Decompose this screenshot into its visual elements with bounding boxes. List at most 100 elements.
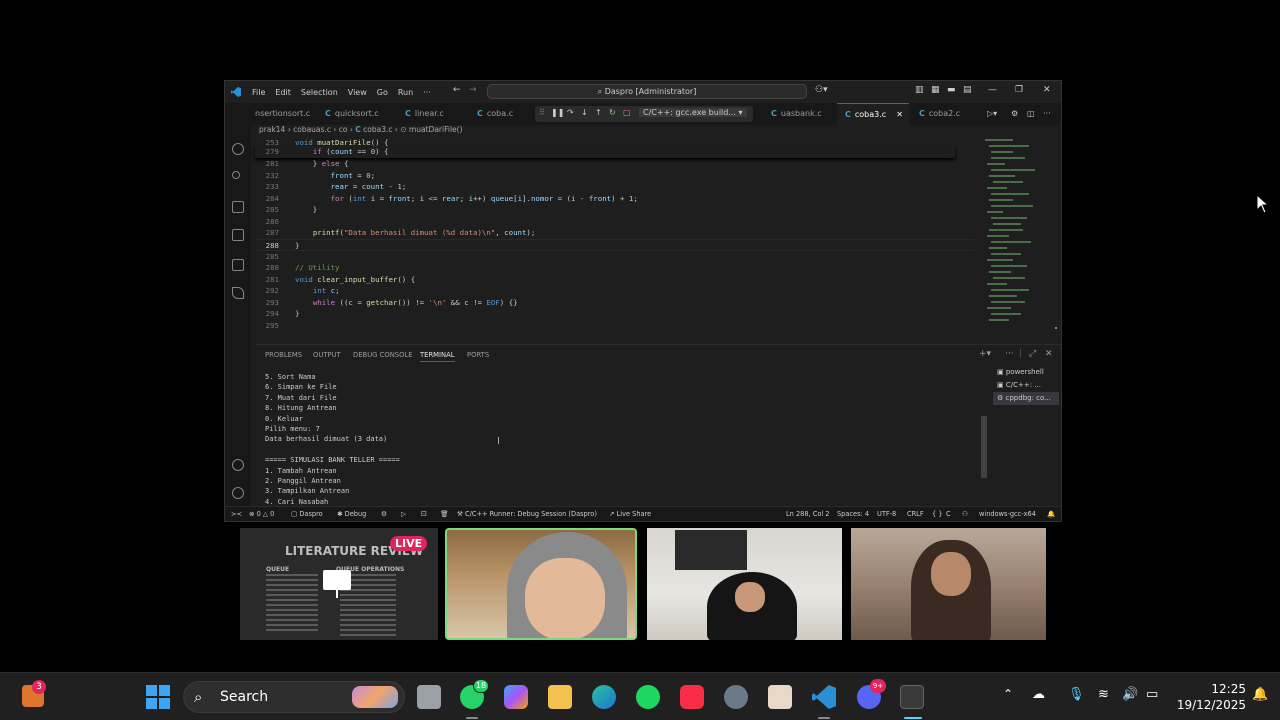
participant-video-tile[interactable] <box>851 528 1046 640</box>
copilot-icon[interactable]: ⚇▾ <box>815 85 828 95</box>
live-share-status[interactable]: ↗ Live Share <box>609 510 651 518</box>
tab-output[interactable]: OUTPUT <box>313 351 341 359</box>
menu-edit[interactable]: Edit <box>270 88 296 97</box>
file-explorer-icon[interactable] <box>548 685 572 709</box>
toggle-secondary-sidebar-icon[interactable]: ▤ <box>963 85 972 95</box>
problems-status[interactable]: ⊗ 0 △ 0 <box>249 510 274 518</box>
wifi-icon[interactable]: ≋ <box>1098 687 1109 702</box>
minimap[interactable] <box>985 137 1057 333</box>
menu-file[interactable]: File <box>247 88 270 97</box>
tab-problems[interactable]: PROBLEMS <box>265 351 302 359</box>
run-file-icon[interactable]: ▷▾ <box>987 109 997 118</box>
restart-icon[interactable]: ↻ <box>609 108 616 117</box>
indentation[interactable]: Spaces: 4 <box>837 510 869 518</box>
command-center[interactable]: ⌕ Daspro [Administrator] <box>487 84 807 99</box>
tab-linear[interactable]: Clinear.c <box>405 103 455 125</box>
split-editor-icon[interactable]: ◫ <box>1027 109 1035 118</box>
breadcrumb-co[interactable]: co <box>339 125 348 134</box>
app-avatar-icon[interactable] <box>768 685 792 709</box>
runner-status[interactable]: ⚒ C/C++ Runner: Debug Session (Daspro) <box>457 510 597 518</box>
workspace-status[interactable]: ▢ Daspro <box>291 510 323 518</box>
source-control-icon[interactable] <box>232 171 240 179</box>
tab-debug-console[interactable]: DEBUG CONSOLE <box>353 351 413 359</box>
maximize-panel-icon[interactable]: ⤢ <box>1029 349 1036 359</box>
tab-terminal[interactable]: TERMINAL <box>420 351 455 362</box>
terminal-scrollbar[interactable] <box>981 416 987 478</box>
more-actions-icon[interactable]: ··· <box>1043 109 1051 118</box>
terminal-output[interactable]: 5. Sort Nama 6. Simpan ke File 7. Muat d… <box>265 372 965 506</box>
new-terminal-icon[interactable]: +▾ <box>979 349 991 359</box>
platform[interactable]: windows-gcc-x64 <box>979 510 1036 518</box>
vscode-taskbar-icon[interactable] <box>812 685 836 709</box>
debug-status[interactable]: ✱ Debug <box>337 510 366 518</box>
account-icon[interactable] <box>232 459 244 471</box>
breadcrumb-prak14[interactable]: prak14 <box>259 125 285 134</box>
language-mode[interactable]: C <box>946 510 951 518</box>
terminal-instance-cpp[interactable]: ▣ C/C++: ... <box>993 379 1059 392</box>
participant-video-tile-active[interactable] <box>445 528 637 640</box>
show-hidden-icons-chevron-icon[interactable]: ⌃ <box>1003 687 1013 701</box>
tab-coba2[interactable]: Ccoba2.c <box>919 103 979 125</box>
restore-icon[interactable]: ❐ <box>1015 85 1023 95</box>
pause-icon[interactable]: ❚❚ <box>551 108 564 117</box>
clock[interactable]: 12:25 19/12/2025 <box>1174 681 1246 713</box>
tab-insertionsort[interactable]: nsertionsort.c <box>255 103 317 125</box>
settings-gear-icon[interactable] <box>232 487 244 499</box>
edge-icon[interactable] <box>592 685 616 709</box>
back-arrow-icon[interactable]: ← <box>453 85 461 95</box>
terminal-instance-cppdbg[interactable]: ⚙ cppdbg: co... <box>993 392 1059 405</box>
more-actions-icon[interactable]: ··· <box>1005 349 1014 359</box>
volume-icon[interactable]: 🔊 <box>1122 687 1138 702</box>
task-view-icon[interactable] <box>417 685 441 709</box>
encoding[interactable]: UTF-8 <box>877 510 896 518</box>
remote-icon[interactable]: ≻≺ <box>231 510 242 518</box>
snipping-tool-icon[interactable] <box>900 685 924 709</box>
onedrive-cloud-icon[interactable]: ☁ <box>1032 687 1045 702</box>
tab-ports[interactable]: PORTS <box>467 351 489 359</box>
shared-screen-tile[interactable]: LITERATURE REVIEW LIVE QUEUE QUEUE OPERA… <box>240 528 438 640</box>
close-panel-icon[interactable]: ✕ <box>1045 349 1053 359</box>
code-editor[interactable]: 253 void muatDariFile() { 279 if (count =… <box>255 137 985 333</box>
remote-explorer-icon[interactable] <box>232 259 244 271</box>
extensions-icon[interactable] <box>232 229 244 241</box>
menu-run[interactable]: Run <box>393 88 418 97</box>
copilot-icon[interactable]: ⚇ <box>962 510 968 518</box>
menu-go[interactable]: Go <box>372 88 393 97</box>
step-out-icon[interactable]: ↑ <box>595 108 602 117</box>
line-endings[interactable]: CRLF <box>907 510 924 518</box>
spotify-icon[interactable] <box>636 685 660 709</box>
microphone-icon[interactable]: 🎙 <box>1068 687 1085 702</box>
apple-music-icon[interactable] <box>680 685 704 709</box>
terminal-instance-powershell[interactable]: ▣ powershell <box>993 366 1059 379</box>
taskbar-search[interactable]: ⌕ Search <box>183 681 405 713</box>
step-into-icon[interactable]: ↓ <box>581 108 588 117</box>
forward-arrow-icon[interactable]: → <box>469 85 477 95</box>
close-window-icon[interactable]: ✕ <box>1043 85 1051 95</box>
battery-icon[interactable]: ▭ <box>1146 687 1158 702</box>
minimize-icon[interactable]: — <box>988 85 997 95</box>
tab-coba3[interactable]: Ccoba3.c ✕ <box>837 103 909 125</box>
tab-uasbank[interactable]: Cuasbank.c <box>771 103 831 125</box>
language-braces[interactable]: { } <box>932 510 943 518</box>
breadcrumb-cobauas[interactable]: cobauas.c <box>293 125 331 134</box>
menu-more[interactable]: ··· <box>418 88 436 97</box>
trash-icon[interactable]: 🗑 <box>440 510 448 518</box>
run-icon[interactable]: ▷ <box>401 510 406 518</box>
start-windows-icon[interactable] <box>146 685 170 709</box>
gear-icon[interactable]: ⚙ <box>1011 109 1018 118</box>
step-over-icon[interactable]: ↷ <box>567 108 574 117</box>
menu-selection[interactable]: Selection <box>296 88 343 97</box>
notification-bell-icon[interactable]: 🔔 <box>1252 687 1268 702</box>
breadcrumb-function[interactable]: muatDariFile() <box>409 125 463 134</box>
debug-config-select[interactable]: C/C++: gcc.exe build... ▾ <box>639 108 747 117</box>
copilot-icon[interactable] <box>504 685 528 709</box>
tab-coba[interactable]: Ccoba.c <box>477 103 527 125</box>
debug-run-icon[interactable]: ⚀ <box>421 510 427 518</box>
settings-gear-icon[interactable] <box>724 685 748 709</box>
toggle-primary-sidebar-icon[interactable]: ▥ <box>915 85 924 95</box>
tab-quicksort[interactable]: Cquicksort.c <box>325 103 385 125</box>
close-tab-icon[interactable]: ✕ <box>896 110 903 119</box>
participant-video-tile[interactable] <box>647 528 842 640</box>
drag-handle-icon[interactable]: ⠿ <box>539 108 545 117</box>
search-view-icon[interactable] <box>232 143 244 155</box>
